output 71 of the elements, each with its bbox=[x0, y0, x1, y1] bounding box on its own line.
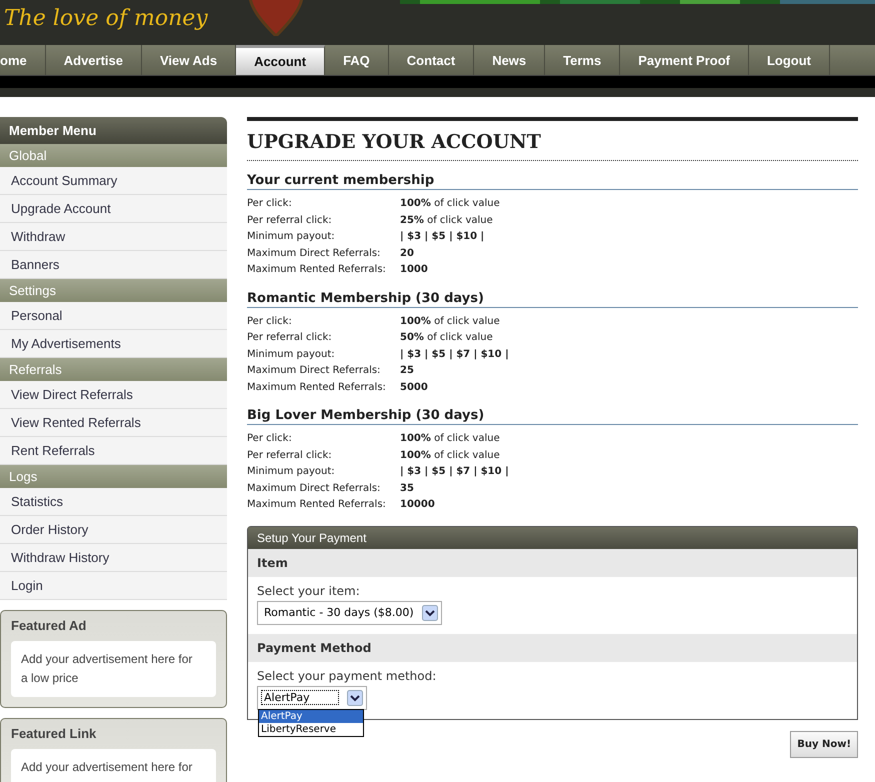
row-label: Minimum payout: bbox=[247, 230, 336, 244]
menu-title: Member Menu bbox=[0, 117, 227, 144]
menu-group-header: Settings bbox=[0, 279, 227, 302]
row-value: 100% of click value bbox=[400, 432, 500, 446]
section-heading: Item bbox=[248, 548, 857, 576]
row-label: Maximum Rented Referrals: bbox=[247, 263, 387, 277]
sidebar-item[interactable]: Login bbox=[0, 572, 227, 600]
section-heading: Payment Method bbox=[248, 634, 857, 662]
sidebar-item[interactable]: Upgrade Account bbox=[0, 195, 227, 223]
sidebar-item[interactable]: Withdraw bbox=[0, 223, 227, 251]
section-heading: Big Lover Membership (30 days) bbox=[247, 408, 858, 425]
row-value: 1000 bbox=[400, 263, 428, 277]
ad-text: Add your advertisement here for bbox=[21, 760, 192, 774]
field-label: Select your payment method: bbox=[257, 668, 436, 682]
row-label: Per referral click: bbox=[247, 214, 333, 228]
nav-tab[interactable]: Account bbox=[236, 45, 326, 75]
section-heading: Romantic Membership (30 days) bbox=[247, 290, 858, 308]
row-value: | $3 | $5 | $10 | bbox=[400, 230, 484, 244]
item-dropdown[interactable]: Romantic - 30 days ($8.00) bbox=[257, 600, 442, 624]
row-label: Minimum payout: bbox=[247, 465, 336, 479]
sidebar-item[interactable]: Banners bbox=[0, 251, 227, 279]
nav-tab[interactable]: Advertise bbox=[46, 45, 142, 75]
section-heading: Your current membership bbox=[247, 173, 858, 190]
row-label: Per click: bbox=[247, 314, 293, 328]
row-label: Maximum Direct Referrals: bbox=[247, 246, 382, 260]
row-label: Maximum Rented Referrals: bbox=[247, 498, 387, 512]
row-value: 100% of click value bbox=[400, 448, 500, 462]
menu-group-header: Global bbox=[0, 144, 227, 167]
site-logo[interactable]: The love of money bbox=[4, 6, 208, 31]
dropdown-option[interactable]: LibertyReserve bbox=[259, 722, 363, 736]
dropdown-option[interactable]: AlertPay bbox=[259, 710, 363, 722]
page-title: UPGRADE YOUR ACCOUNT bbox=[247, 117, 858, 161]
panel-title: Setup Your Payment bbox=[248, 526, 857, 548]
row-label: Per referral click: bbox=[247, 331, 333, 345]
sidebar-item[interactable]: Order History bbox=[0, 516, 227, 544]
sidebar-item[interactable]: Statistics bbox=[0, 488, 227, 516]
caret-icon[interactable] bbox=[346, 690, 363, 706]
sidebar-item[interactable]: Account Summary bbox=[0, 167, 227, 195]
panel-title: Featured Ad bbox=[11, 618, 88, 633]
row-value: 25% of click value bbox=[400, 214, 493, 228]
sidebar-item[interactable]: Rent Referrals bbox=[0, 437, 227, 465]
row-label: Per referral click: bbox=[247, 448, 333, 462]
nav-tab[interactable]: ome bbox=[0, 45, 46, 75]
menu-group-header: Logs bbox=[0, 465, 227, 488]
row-label: Maximum Direct Referrals: bbox=[247, 482, 382, 496]
row-value: | $3 | $5 | $7 | $10 | bbox=[400, 465, 509, 479]
row-value: 5000 bbox=[400, 380, 428, 394]
row-label: Minimum payout: bbox=[247, 348, 336, 362]
sidebar-item[interactable]: My Advertisements bbox=[0, 330, 227, 358]
row-value: 50% of click value bbox=[400, 331, 493, 345]
caret-icon[interactable] bbox=[422, 604, 438, 620]
menu-group-header: Referrals bbox=[0, 358, 227, 381]
row-value: 100% of click value bbox=[400, 197, 500, 211]
sidebar-item[interactable]: Personal bbox=[0, 302, 227, 330]
row-label: Per click: bbox=[247, 197, 293, 211]
buy-now-button[interactable]: Buy Now! bbox=[790, 730, 858, 758]
row-value: 35 bbox=[400, 482, 414, 496]
row-label: Per click: bbox=[247, 432, 293, 446]
ad-text: Add your advertisement here for a low price bbox=[21, 652, 192, 685]
sidebar-item[interactable]: Withdraw History bbox=[0, 544, 227, 572]
panel-title: Featured Link bbox=[11, 726, 98, 741]
field-label: Select your item: bbox=[257, 584, 360, 598]
row-value: | $3 | $5 | $7 | $10 | bbox=[400, 348, 509, 362]
row-label: Maximum Direct Referrals: bbox=[247, 364, 382, 378]
row-label: Maximum Rented Referrals: bbox=[247, 380, 387, 394]
row-value: 25 bbox=[400, 364, 414, 378]
sidebar-item[interactable]: View Rented Referrals bbox=[0, 409, 227, 437]
sidebar-item[interactable]: View Direct Referrals bbox=[0, 381, 227, 409]
row-value: 100% of click value bbox=[400, 314, 500, 328]
row-value: 10000 bbox=[400, 498, 435, 512]
row-value: 20 bbox=[400, 246, 414, 260]
